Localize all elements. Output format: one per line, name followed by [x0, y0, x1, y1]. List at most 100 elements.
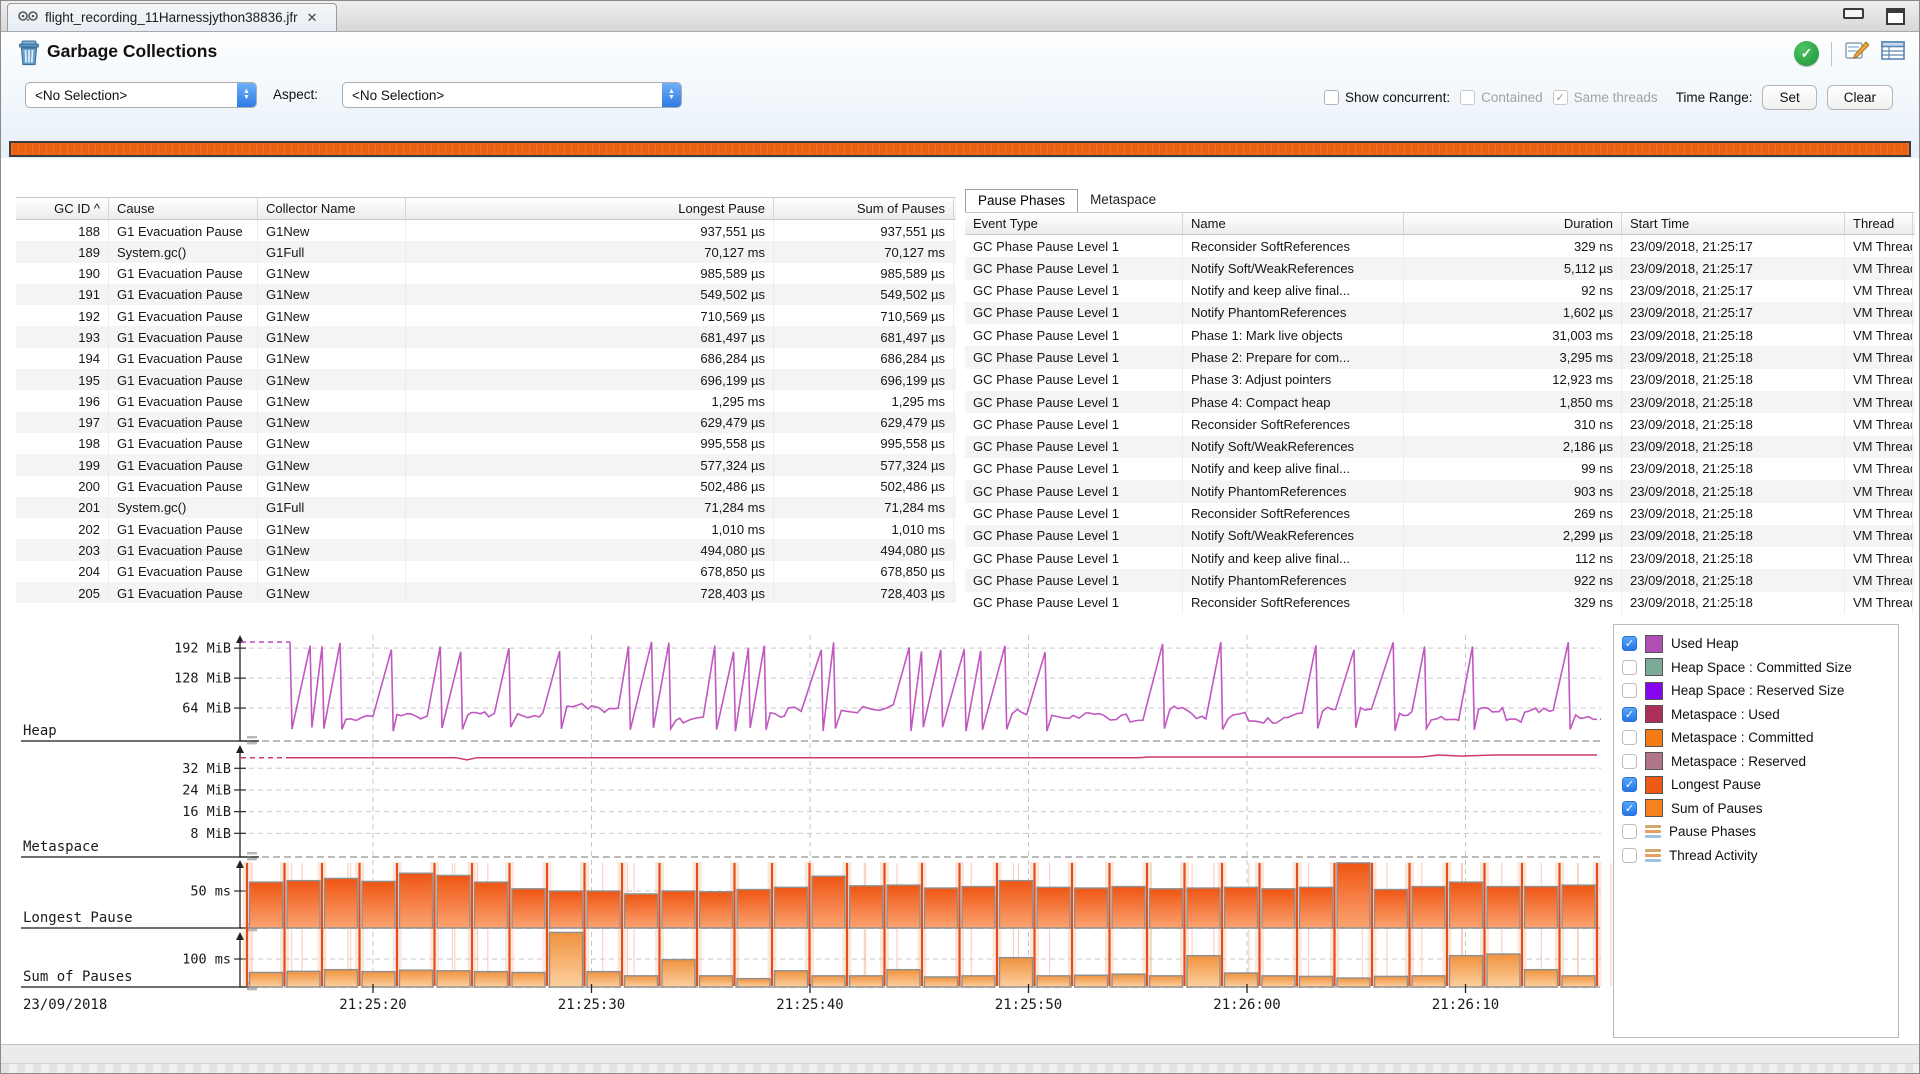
svg-text:128 MiB: 128 MiB: [174, 671, 231, 687]
table-row[interactable]: 195G1 Evacuation PauseG1New696,199 µs696…: [16, 369, 956, 390]
table-row[interactable]: 201System.gc()G1Full71,284 ms71,284 ms: [16, 497, 956, 518]
lane-icon: [1645, 847, 1661, 863]
legend-item[interactable]: Metaspace : Committed: [1622, 726, 1898, 750]
column-header[interactable]: Event Type: [965, 213, 1183, 234]
table-row[interactable]: GC Phase Pause Level 1Reconsider SoftRef…: [965, 592, 1915, 614]
table-row[interactable]: GC Phase Pause Level 1Reconsider SoftRef…: [965, 235, 1915, 257]
table-row[interactable]: GC Phase Pause Level 1Notify and keep al…: [965, 458, 1915, 480]
legend-checkbox[interactable]: ✓: [1622, 636, 1637, 651]
table-row[interactable]: 203G1 Evacuation PauseG1New494,080 µs494…: [16, 539, 956, 560]
timeline-range-selector[interactable]: [9, 141, 1911, 157]
column-header[interactable]: Cause: [109, 198, 258, 219]
column-header[interactable]: Collector Name: [258, 198, 406, 219]
recording-tab[interactable]: flight_recording_11Harnessjython38836.jf…: [7, 3, 337, 31]
contained-checkbox[interactable]: [1460, 90, 1475, 105]
column-header[interactable]: Name: [1183, 213, 1404, 234]
tab-metaspace[interactable]: Metaspace: [1078, 189, 1168, 212]
legend-checkbox[interactable]: ✓: [1622, 707, 1637, 722]
minimize-button[interactable]: [1843, 8, 1864, 19]
table-row[interactable]: 199G1 Evacuation PauseG1New577,324 µs577…: [16, 454, 956, 475]
phase-table-header[interactable]: Event TypeNameDurationStart TimeThread: [965, 212, 1915, 235]
legend-checkbox[interactable]: [1622, 730, 1637, 745]
selection-combo-value: <No Selection>: [26, 88, 237, 103]
header-separator: [1831, 42, 1832, 66]
table-row[interactable]: 192G1 Evacuation PauseG1New710,569 µs710…: [16, 305, 956, 326]
combo-spinner-icon: ▲▼: [662, 83, 681, 107]
legend-label: Thread Activity: [1669, 848, 1758, 863]
legend-item[interactable]: ✓Sum of Pauses: [1622, 797, 1898, 821]
svg-text:21:25:20: 21:25:20: [339, 997, 406, 1013]
clear-button[interactable]: Clear: [1827, 85, 1893, 110]
legend-item[interactable]: Thread Activity: [1622, 844, 1898, 868]
maximize-button[interactable]: [1886, 8, 1905, 25]
aspect-combo[interactable]: <No Selection> ▲▼: [342, 82, 682, 108]
legend-item[interactable]: Heap Space : Reserved Size: [1622, 679, 1898, 703]
tab-pause-phases[interactable]: Pause Phases: [965, 189, 1078, 212]
lane-icon: [1645, 824, 1661, 840]
filter-toolbar: <No Selection> ▲▼ Aspect: <No Selection>…: [1, 81, 1919, 111]
legend-checkbox[interactable]: [1622, 754, 1637, 769]
table-row[interactable]: GC Phase Pause Level 1Notify and keep al…: [965, 547, 1915, 569]
table-row[interactable]: GC Phase Pause Level 1Notify PhantomRefe…: [965, 480, 1915, 502]
legend-checkbox[interactable]: ✓: [1622, 777, 1637, 792]
same-threads-checkbox[interactable]: ✓: [1553, 90, 1568, 105]
legend-checkbox[interactable]: [1622, 660, 1637, 675]
table-row[interactable]: 198G1 Evacuation PauseG1New995,558 µs995…: [16, 433, 956, 454]
selection-combo[interactable]: <No Selection> ▲▼: [25, 82, 257, 108]
table-row[interactable]: GC Phase Pause Level 1Phase 3: Adjust po…: [965, 369, 1915, 391]
legend-item[interactable]: Metaspace : Reserved: [1622, 750, 1898, 774]
table-row[interactable]: 189System.gc()G1Full70,127 ms70,127 ms: [16, 241, 956, 262]
table-row[interactable]: GC Phase Pause Level 1Reconsider SoftRef…: [965, 413, 1915, 435]
legend-label: Metaspace : Committed: [1671, 730, 1814, 745]
table-row[interactable]: GC Phase Pause Level 1Notify PhantomRefe…: [965, 302, 1915, 324]
table-row[interactable]: 196G1 Evacuation PauseG1New1,295 ms1,295…: [16, 390, 956, 411]
column-header[interactable]: Sum of Pauses: [774, 198, 954, 219]
table-row[interactable]: 193G1 Evacuation PauseG1New681,497 µs681…: [16, 326, 956, 347]
legend-item[interactable]: ✓Metaspace : Used: [1622, 703, 1898, 727]
column-header[interactable]: Start Time: [1622, 213, 1845, 234]
column-header[interactable]: Longest Pause: [406, 198, 774, 219]
svg-text:21:25:50: 21:25:50: [995, 997, 1062, 1013]
table-row[interactable]: GC Phase Pause Level 1Phase 2: Prepare f…: [965, 346, 1915, 368]
edit-rules-icon[interactable]: [1844, 39, 1869, 68]
table-row[interactable]: 197G1 Evacuation PauseG1New629,479 µs629…: [16, 412, 956, 433]
table-row[interactable]: 190G1 Evacuation PauseG1New985,589 µs985…: [16, 263, 956, 284]
table-row[interactable]: 191G1 Evacuation PauseG1New549,502 µs549…: [16, 284, 956, 305]
legend-checkbox[interactable]: [1622, 824, 1637, 839]
resize-grip[interactable]: [1, 1063, 1919, 1073]
table-row[interactable]: 188G1 Evacuation PauseG1New937,551 µs937…: [16, 220, 956, 241]
legend-item[interactable]: ✓Used Heap: [1622, 632, 1898, 656]
jmc-window: flight_recording_11Harnessjython38836.jf…: [0, 0, 1920, 1074]
svg-text:50 ms: 50 ms: [190, 884, 231, 900]
table-row[interactable]: GC Phase Pause Level 1Phase 1: Mark live…: [965, 324, 1915, 346]
legend-checkbox[interactable]: ✓: [1622, 801, 1637, 816]
legend-checkbox[interactable]: [1622, 848, 1637, 863]
table-row[interactable]: GC Phase Pause Level 1Notify Soft/WeakRe…: [965, 525, 1915, 547]
column-header[interactable]: Thread: [1845, 213, 1913, 234]
legend-checkbox[interactable]: [1622, 683, 1637, 698]
table-settings-icon[interactable]: [1881, 41, 1905, 66]
legend-item[interactable]: Pause Phases: [1622, 820, 1898, 844]
legend-item[interactable]: Heap Space : Committed Size: [1622, 656, 1898, 680]
table-row[interactable]: 204G1 Evacuation PauseG1New678,850 µs678…: [16, 561, 956, 582]
show-concurrent-checkbox[interactable]: [1324, 90, 1339, 105]
table-row[interactable]: 205G1 Evacuation PauseG1New728,403 µs728…: [16, 582, 956, 603]
table-row[interactable]: GC Phase Pause Level 1Notify PhantomRefe…: [965, 569, 1915, 591]
table-row[interactable]: GC Phase Pause Level 1Notify Soft/WeakRe…: [965, 436, 1915, 458]
legend-item[interactable]: ✓ Longest Pause: [1622, 773, 1898, 797]
table-row[interactable]: GC Phase Pause Level 1Reconsider SoftRef…: [965, 503, 1915, 525]
legend-label: Metaspace : Reserved: [1671, 754, 1806, 769]
tab-close-icon[interactable]: ✕: [307, 10, 318, 26]
column-header[interactable]: GC ID ^: [16, 198, 109, 219]
table-row[interactable]: 202G1 Evacuation PauseG1New1,010 ms1,010…: [16, 518, 956, 539]
table-row[interactable]: GC Phase Pause Level 1Phase 4: Compact h…: [965, 391, 1915, 413]
svg-text:Sum of Pauses: Sum of Pauses: [23, 969, 133, 985]
table-row[interactable]: 194G1 Evacuation PauseG1New686,284 µs686…: [16, 348, 956, 369]
set-button[interactable]: Set: [1762, 85, 1816, 110]
table-row[interactable]: GC Phase Pause Level 1Notify Soft/WeakRe…: [965, 257, 1915, 279]
gc-table-header[interactable]: GC ID ^CauseCollector NameLongest PauseS…: [16, 197, 956, 220]
column-header[interactable]: Duration: [1404, 213, 1622, 234]
table-row[interactable]: 200G1 Evacuation PauseG1New502,486 µs502…: [16, 476, 956, 497]
table-row[interactable]: GC Phase Pause Level 1Notify and keep al…: [965, 280, 1915, 302]
legend-label: Longest Pause: [1671, 777, 1761, 792]
